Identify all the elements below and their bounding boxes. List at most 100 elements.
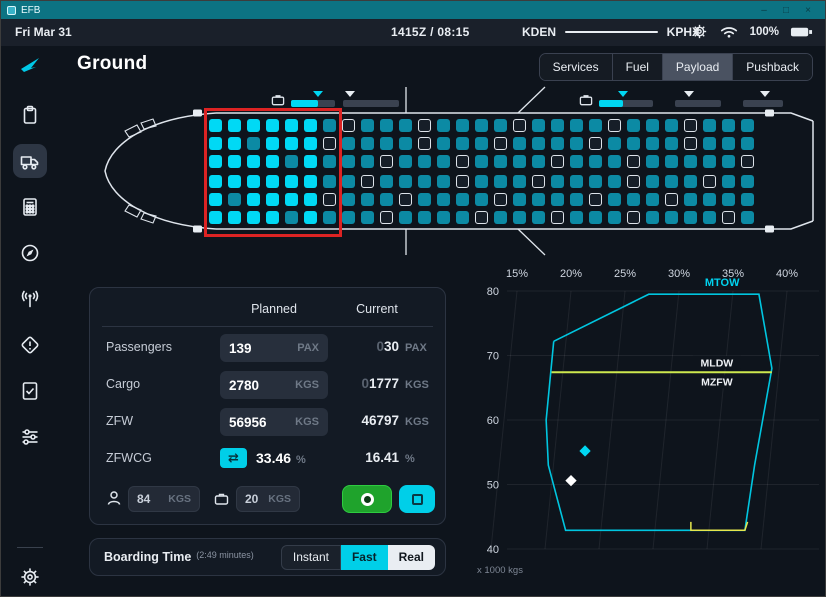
boarding-option-fast[interactable]: Fast bbox=[341, 545, 388, 570]
seat[interactable] bbox=[722, 137, 735, 150]
aft-cargo-bar-1[interactable] bbox=[599, 100, 653, 107]
seat[interactable] bbox=[475, 155, 488, 168]
seat[interactable] bbox=[722, 211, 735, 224]
seat[interactable] bbox=[551, 155, 564, 168]
seat[interactable] bbox=[722, 119, 735, 132]
seat[interactable] bbox=[608, 211, 621, 224]
seat[interactable] bbox=[418, 155, 431, 168]
seat[interactable] bbox=[475, 175, 488, 188]
seat[interactable] bbox=[608, 193, 621, 206]
seat[interactable] bbox=[589, 155, 602, 168]
seat[interactable] bbox=[608, 137, 621, 150]
seat[interactable] bbox=[703, 175, 716, 188]
seat[interactable] bbox=[494, 119, 507, 132]
tab-fuel[interactable]: Fuel bbox=[612, 54, 662, 80]
seat[interactable] bbox=[437, 137, 450, 150]
seat[interactable] bbox=[418, 119, 431, 132]
seat[interactable] bbox=[399, 137, 412, 150]
passengers-planned-input[interactable]: 139 PAX bbox=[220, 334, 328, 362]
seat[interactable] bbox=[532, 193, 545, 206]
seat[interactable] bbox=[570, 119, 583, 132]
seat[interactable] bbox=[494, 193, 507, 206]
seat[interactable] bbox=[551, 211, 564, 224]
seat[interactable] bbox=[456, 175, 469, 188]
seat[interactable] bbox=[684, 137, 697, 150]
seat[interactable] bbox=[608, 175, 621, 188]
seat[interactable] bbox=[380, 211, 393, 224]
seat[interactable] bbox=[646, 155, 659, 168]
seat[interactable] bbox=[342, 155, 355, 168]
seat[interactable] bbox=[570, 155, 583, 168]
seat[interactable] bbox=[589, 211, 602, 224]
seat[interactable] bbox=[703, 137, 716, 150]
seat[interactable] bbox=[722, 193, 735, 206]
seat[interactable] bbox=[627, 155, 640, 168]
bag-weight-input[interactable]: 20 KGS bbox=[236, 486, 300, 512]
sidebar-item-ground[interactable] bbox=[13, 144, 47, 178]
seat[interactable] bbox=[684, 175, 697, 188]
sidebar-item-dashboard[interactable] bbox=[13, 98, 47, 132]
seat[interactable] bbox=[627, 175, 640, 188]
seat[interactable] bbox=[342, 175, 355, 188]
seat[interactable] bbox=[418, 137, 431, 150]
aft-cargo-bar-3[interactable] bbox=[743, 100, 783, 107]
seat[interactable] bbox=[361, 137, 374, 150]
seat[interactable] bbox=[684, 119, 697, 132]
seat[interactable] bbox=[475, 211, 488, 224]
seat[interactable] bbox=[513, 175, 526, 188]
seat[interactable] bbox=[342, 211, 355, 224]
seat[interactable] bbox=[513, 155, 526, 168]
seat[interactable] bbox=[532, 137, 545, 150]
seat[interactable] bbox=[589, 137, 602, 150]
fwd-cargo-bar-2[interactable] bbox=[343, 100, 399, 107]
seat[interactable] bbox=[456, 119, 469, 132]
seat[interactable] bbox=[437, 155, 450, 168]
seat[interactable] bbox=[361, 119, 374, 132]
seat[interactable] bbox=[627, 137, 640, 150]
seat[interactable] bbox=[361, 175, 374, 188]
fwd-cargo-bar-1[interactable] bbox=[291, 100, 335, 107]
seat[interactable] bbox=[684, 193, 697, 206]
seat[interactable] bbox=[475, 137, 488, 150]
seat[interactable] bbox=[741, 211, 754, 224]
seat[interactable] bbox=[627, 193, 640, 206]
cargo-target-marker[interactable] bbox=[618, 91, 628, 97]
seat[interactable] bbox=[589, 175, 602, 188]
seat[interactable] bbox=[741, 119, 754, 132]
seat[interactable] bbox=[437, 193, 450, 206]
aft-cargo-bar-2[interactable] bbox=[675, 100, 721, 107]
seat[interactable] bbox=[475, 119, 488, 132]
seat[interactable] bbox=[456, 193, 469, 206]
sidebar-item-failures[interactable] bbox=[13, 328, 47, 362]
minimize-button[interactable]: – bbox=[753, 2, 775, 19]
seat[interactable] bbox=[703, 119, 716, 132]
seat[interactable] bbox=[627, 211, 640, 224]
seat[interactable] bbox=[532, 155, 545, 168]
seat[interactable] bbox=[361, 193, 374, 206]
seat[interactable] bbox=[608, 155, 621, 168]
cargo-target-marker[interactable] bbox=[760, 91, 770, 97]
seat[interactable] bbox=[361, 155, 374, 168]
seat[interactable] bbox=[494, 137, 507, 150]
sidebar-item-presets[interactable] bbox=[13, 420, 47, 454]
seat[interactable] bbox=[532, 119, 545, 132]
cargo-target-marker[interactable] bbox=[345, 91, 355, 97]
boarding-option-instant[interactable]: Instant bbox=[281, 545, 341, 570]
sidebar-item-atc[interactable] bbox=[13, 282, 47, 316]
tab-payload[interactable]: Payload bbox=[662, 54, 732, 80]
seat[interactable] bbox=[342, 137, 355, 150]
seat[interactable] bbox=[513, 211, 526, 224]
sidebar-item-settings[interactable] bbox=[19, 566, 41, 588]
seat[interactable] bbox=[665, 155, 678, 168]
seat[interactable] bbox=[399, 155, 412, 168]
seat[interactable] bbox=[646, 175, 659, 188]
seat[interactable] bbox=[532, 175, 545, 188]
cargo-planned-input[interactable]: 2780 KGS bbox=[220, 371, 328, 399]
seat[interactable] bbox=[608, 119, 621, 132]
seat[interactable] bbox=[627, 119, 640, 132]
seat[interactable] bbox=[741, 155, 754, 168]
seat[interactable] bbox=[513, 119, 526, 132]
cargo-target-marker[interactable] bbox=[313, 91, 323, 97]
seat[interactable] bbox=[437, 211, 450, 224]
boarding-option-real[interactable]: Real bbox=[388, 545, 435, 570]
